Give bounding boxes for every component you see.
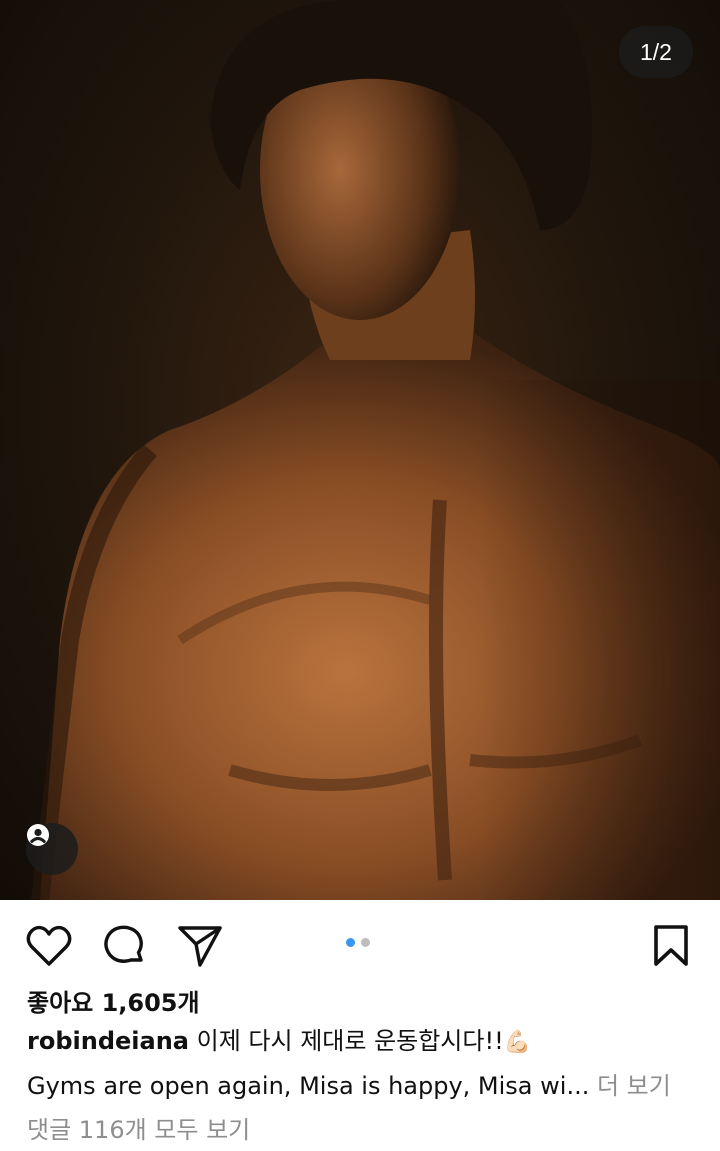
- heart-icon: [26, 925, 72, 966]
- caption-continuation: Gyms are open again, Misa is happy, Misa…: [27, 1068, 697, 1112]
- view-all-comments-link[interactable]: 댓글 116개 모두 보기: [27, 1112, 697, 1148]
- username-link[interactable]: robindeiana: [27, 1027, 189, 1055]
- caption-text-2: Gyms are open again, Misa is happy, Misa…: [27, 1072, 590, 1100]
- tag-button[interactable]: [26, 823, 78, 875]
- comment-button[interactable]: [100, 922, 148, 970]
- bookmark-icon: [654, 925, 688, 966]
- post-photo[interactable]: 1/2: [0, 0, 720, 900]
- bookmark-button[interactable]: [647, 922, 695, 970]
- likes-count[interactable]: 좋아요 1,605개: [27, 985, 697, 1023]
- more-link[interactable]: 더 보기: [597, 1072, 671, 1100]
- flexed-bicep-emoji: 💪🏻: [503, 1030, 532, 1055]
- paper-plane-icon: [178, 926, 222, 967]
- carousel-indicator: [346, 938, 370, 947]
- caption-line: robindeiana 이제 다시 제대로 운동합시다!!💪🏻: [27, 1023, 697, 1068]
- image-counter: 1/2: [619, 26, 693, 78]
- person-tag-icon: [27, 824, 49, 846]
- comment-bubble-icon: [104, 925, 143, 963]
- carousel-dot-active: [346, 938, 355, 947]
- caption-text: 이제 다시 제대로 운동합시다!!: [196, 1027, 504, 1055]
- post-text-area: 좋아요 1,605개 robindeiana 이제 다시 제대로 운동합시다!!…: [27, 985, 697, 1148]
- share-button[interactable]: [176, 922, 224, 970]
- carousel-dot: [361, 938, 370, 947]
- portrait-illustration: [31, 0, 720, 900]
- instagram-post: 1/2 좋아요 1,605개 robindeiana 이제 다시 제대로 운동합…: [0, 0, 720, 1151]
- like-button[interactable]: [25, 922, 73, 970]
